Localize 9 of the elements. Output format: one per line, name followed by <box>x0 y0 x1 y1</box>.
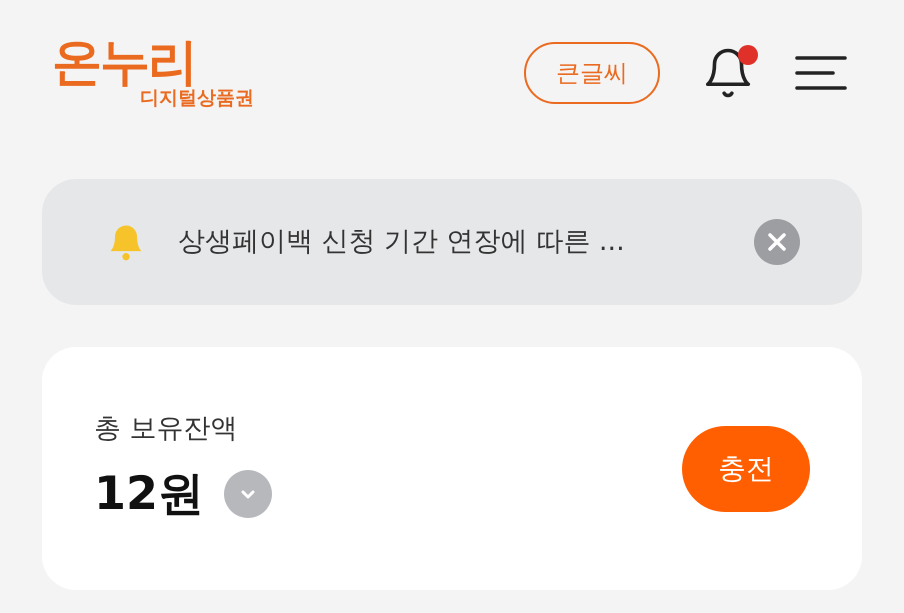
balance-label: 총 보유잔액 <box>94 412 239 446</box>
large-text-button[interactable]: 큰글씨 <box>524 42 660 104</box>
logo-name: 온누리 <box>52 37 196 87</box>
logo-subtitle: 디지털상품권 <box>140 89 254 108</box>
balance-amount: 12원 <box>94 465 204 522</box>
charge-button[interactable]: 충전 <box>682 426 810 512</box>
close-icon <box>767 232 787 252</box>
close-button[interactable] <box>754 219 800 265</box>
notice-text[interactable]: 상생페이백 신청 기간 연장에 따른 ... <box>178 222 625 262</box>
